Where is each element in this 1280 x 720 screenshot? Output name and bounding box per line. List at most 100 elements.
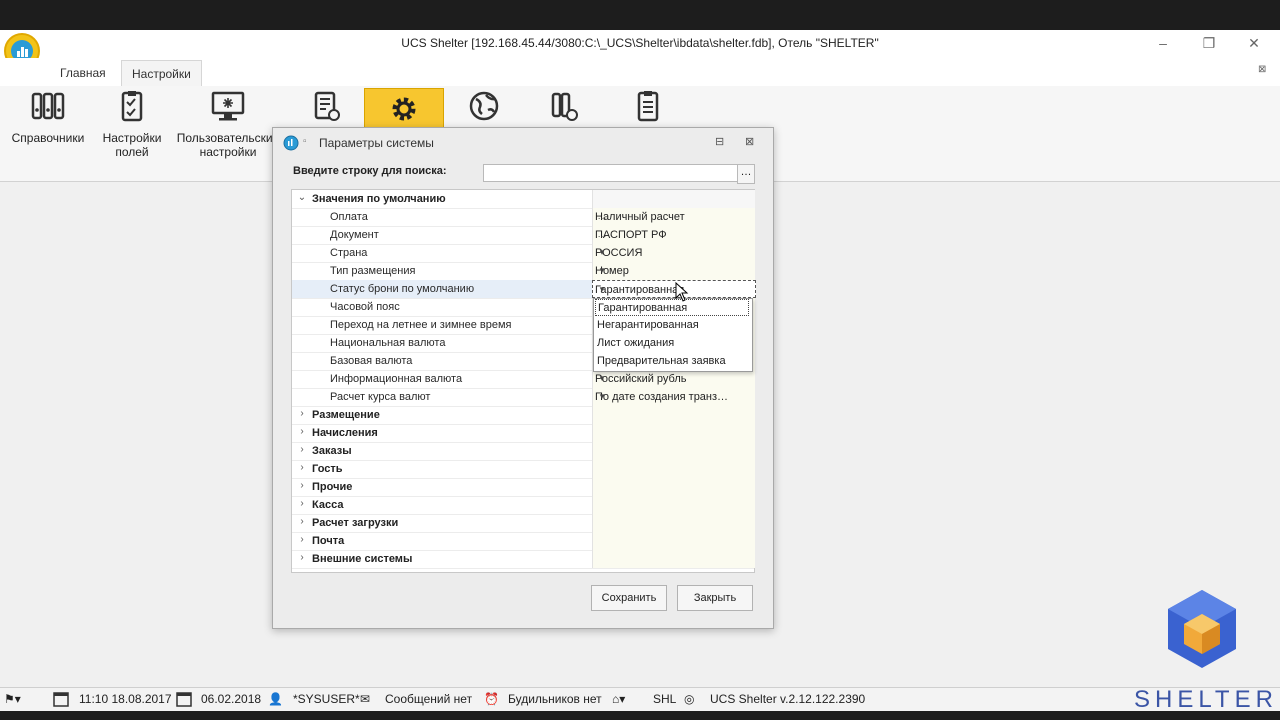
property-value[interactable]: РОССИЯ ▾ bbox=[592, 244, 755, 262]
dropdown-arrow-icon[interactable]: ▾ bbox=[595, 282, 609, 297]
status-messages[interactable]: Сообщений нет bbox=[385, 692, 472, 706]
property-value[interactable]: Номер ▾ bbox=[592, 262, 755, 280]
status-user: *SYSUSER* bbox=[293, 692, 360, 706]
dropdown-arrow-icon[interactable]: ▾ bbox=[595, 371, 609, 386]
bottom-strip bbox=[0, 711, 1280, 720]
flag-icon[interactable]: ⚑▾ bbox=[4, 692, 21, 706]
calendar-icon bbox=[175, 690, 193, 708]
window-title: UCS Shelter [192.168.45.44/3080:C:\_UCS\… bbox=[401, 36, 879, 50]
dropdown-option[interactable]: Негарантированная bbox=[595, 317, 751, 334]
ribbon-button-system-parameters[interactable] bbox=[364, 88, 444, 130]
user-icon: 👤 bbox=[268, 692, 283, 706]
dropdown-option[interactable]: Лист ожидания bbox=[595, 335, 751, 352]
category-accommodation[interactable]: › Размещение bbox=[292, 406, 755, 425]
dialog-menu-icon[interactable]: ▫ bbox=[303, 136, 307, 147]
app-logo-small-icon bbox=[283, 135, 299, 151]
property-row-payment[interactable]: Оплата Наличный расчет… bbox=[292, 208, 755, 227]
calendar-icon bbox=[52, 690, 70, 708]
collapse-ribbon-icon[interactable]: ⊠ bbox=[1258, 64, 1266, 75]
expand-chevron-icon[interactable]: › bbox=[296, 408, 308, 419]
ellipsis-button[interactable]: … bbox=[595, 227, 609, 242]
dropdown-option[interactable]: Гарантированная bbox=[595, 299, 749, 316]
dialog-title-bar[interactable]: ▫ Параметры системы ⊟ ⊠ bbox=[273, 128, 773, 156]
save-button[interactable]: Сохранить bbox=[591, 585, 667, 611]
property-value[interactable]: Российский рубль ▾ bbox=[592, 370, 755, 388]
search-ellipsis-button[interactable]: … bbox=[737, 164, 755, 184]
category-cashdesk[interactable]: › Касса bbox=[292, 496, 755, 515]
property-grid: ⌄ Значения по умолчанию Оплата Наличный … bbox=[291, 189, 756, 573]
tab-main[interactable]: Главная bbox=[50, 60, 116, 86]
checklist-icon bbox=[121, 91, 143, 122]
category-orders[interactable]: › Заказы bbox=[292, 442, 755, 461]
category-other[interactable]: › Прочие bbox=[292, 478, 755, 497]
property-row-document[interactable]: Документ ПАСПОРТ РФ… bbox=[292, 226, 755, 245]
shelter-cube-logo-icon bbox=[1168, 590, 1236, 668]
category-load-calculation[interactable]: › Расчет загрузки bbox=[292, 514, 755, 533]
ribbon-button-schedules[interactable] bbox=[524, 90, 604, 125]
ribbon-button-field-settings[interactable]: Настройки полей bbox=[92, 90, 172, 159]
ribbon-button-clipboard[interactable] bbox=[608, 90, 688, 125]
alarm-clock-icon[interactable]: ⏰ bbox=[484, 692, 499, 706]
minimize-icon[interactable]: – bbox=[1152, 34, 1174, 52]
collapse-chevron-icon[interactable]: ⌄ bbox=[296, 192, 308, 203]
property-value[interactable]: ПАСПОРТ РФ… bbox=[592, 226, 755, 244]
expand-chevron-icon[interactable]: › bbox=[296, 552, 308, 563]
group-defaults[interactable]: ⌄ Значения по умолчанию bbox=[292, 190, 755, 209]
envelope-icon[interactable]: ✉ bbox=[360, 692, 370, 706]
category-external-systems[interactable]: › Внешние системы bbox=[292, 550, 755, 569]
brand-wordmark: SHELTER bbox=[1134, 686, 1278, 713]
property-row-exchange-rate[interactable]: Расчет курса валют По дате создания тран… bbox=[292, 388, 755, 407]
top-strip bbox=[0, 0, 1280, 30]
expand-chevron-icon[interactable]: › bbox=[296, 444, 308, 455]
close-button[interactable]: Закрыть bbox=[677, 585, 753, 611]
ribbon-label: Настройки полей bbox=[102, 131, 162, 159]
dialog-title: Параметры системы bbox=[319, 136, 434, 150]
property-value[interactable]: Наличный расчет… bbox=[592, 208, 755, 226]
property-row-info-currency[interactable]: Информационная валюта Российский рубль ▾ bbox=[292, 370, 755, 389]
ribbon-button-globe[interactable] bbox=[444, 90, 524, 125]
restore-icon[interactable]: ❐ bbox=[1198, 34, 1220, 52]
status-date: 06.02.2018 bbox=[201, 692, 262, 706]
dropdown-arrow-icon[interactable]: ▾ bbox=[595, 389, 609, 404]
category-charges[interactable]: › Начисления bbox=[292, 424, 755, 443]
property-value[interactable]: По дате создания транзакции▾ bbox=[592, 388, 755, 406]
expand-chevron-icon[interactable]: › bbox=[296, 534, 308, 545]
status-alarms[interactable]: Будильников нет bbox=[508, 692, 602, 706]
ucs-logo-icon: ◎ bbox=[684, 692, 695, 706]
dialog-close-icon[interactable]: ⊠ bbox=[745, 135, 754, 148]
dropdown-arrow-icon[interactable]: ▾ bbox=[595, 245, 609, 260]
status-datetime: 11:10 18.08.2017 bbox=[79, 692, 172, 706]
globe-icon bbox=[469, 91, 499, 121]
gear-icon bbox=[392, 97, 416, 121]
ribbon-button-user-settings[interactable]: Пользовательские настройки bbox=[176, 90, 280, 159]
ribbon-label: Справочники bbox=[11, 131, 85, 145]
search-input[interactable] bbox=[483, 164, 745, 182]
system-parameters-dialog: ▫ Параметры системы ⊟ ⊠ Введите строку д… bbox=[272, 127, 774, 629]
category-mail[interactable]: › Почта bbox=[292, 532, 755, 551]
search-label: Введите строку для поиска: bbox=[293, 165, 447, 177]
home-icon[interactable]: ⌂▾ bbox=[612, 692, 625, 706]
category-guest[interactable]: › Гость bbox=[292, 460, 755, 479]
document-gear-icon bbox=[314, 91, 340, 121]
dialog-restore-icon[interactable]: ⊟ bbox=[715, 135, 724, 148]
dropdown-option[interactable]: Предварительная заявка bbox=[595, 353, 751, 370]
tab-settings[interactable]: Настройки bbox=[121, 60, 202, 87]
expand-chevron-icon[interactable]: › bbox=[296, 498, 308, 509]
property-row-country[interactable]: Страна РОССИЯ ▾ bbox=[292, 244, 755, 263]
expand-chevron-icon[interactable]: › bbox=[296, 516, 308, 527]
expand-chevron-icon[interactable]: › bbox=[296, 462, 308, 473]
close-icon[interactable]: ✕ bbox=[1243, 34, 1265, 52]
booking-status-select[interactable]: Гарантированная ▾ bbox=[592, 280, 756, 298]
dropdown-arrow-icon[interactable]: ▾ bbox=[595, 263, 609, 278]
ribbon-button-directories[interactable]: Справочники bbox=[8, 90, 88, 145]
binders-clock-icon bbox=[551, 92, 578, 121]
status-hotel: SHL bbox=[653, 692, 677, 706]
expand-chevron-icon[interactable]: › bbox=[296, 480, 308, 491]
ribbon-button-document-settings[interactable] bbox=[286, 90, 366, 125]
expand-chevron-icon[interactable]: › bbox=[296, 426, 308, 437]
status-version: UCS Shelter v.2.12.122.2390 bbox=[710, 692, 866, 706]
ellipsis-button[interactable]: … bbox=[595, 209, 609, 224]
booking-status-dropdown: Гарантированная Негарантированная Лист о… bbox=[593, 298, 753, 372]
monitor-settings-icon bbox=[211, 91, 245, 121]
property-row-accommodation-type[interactable]: Тип размещения Номер ▾ bbox=[292, 262, 755, 281]
